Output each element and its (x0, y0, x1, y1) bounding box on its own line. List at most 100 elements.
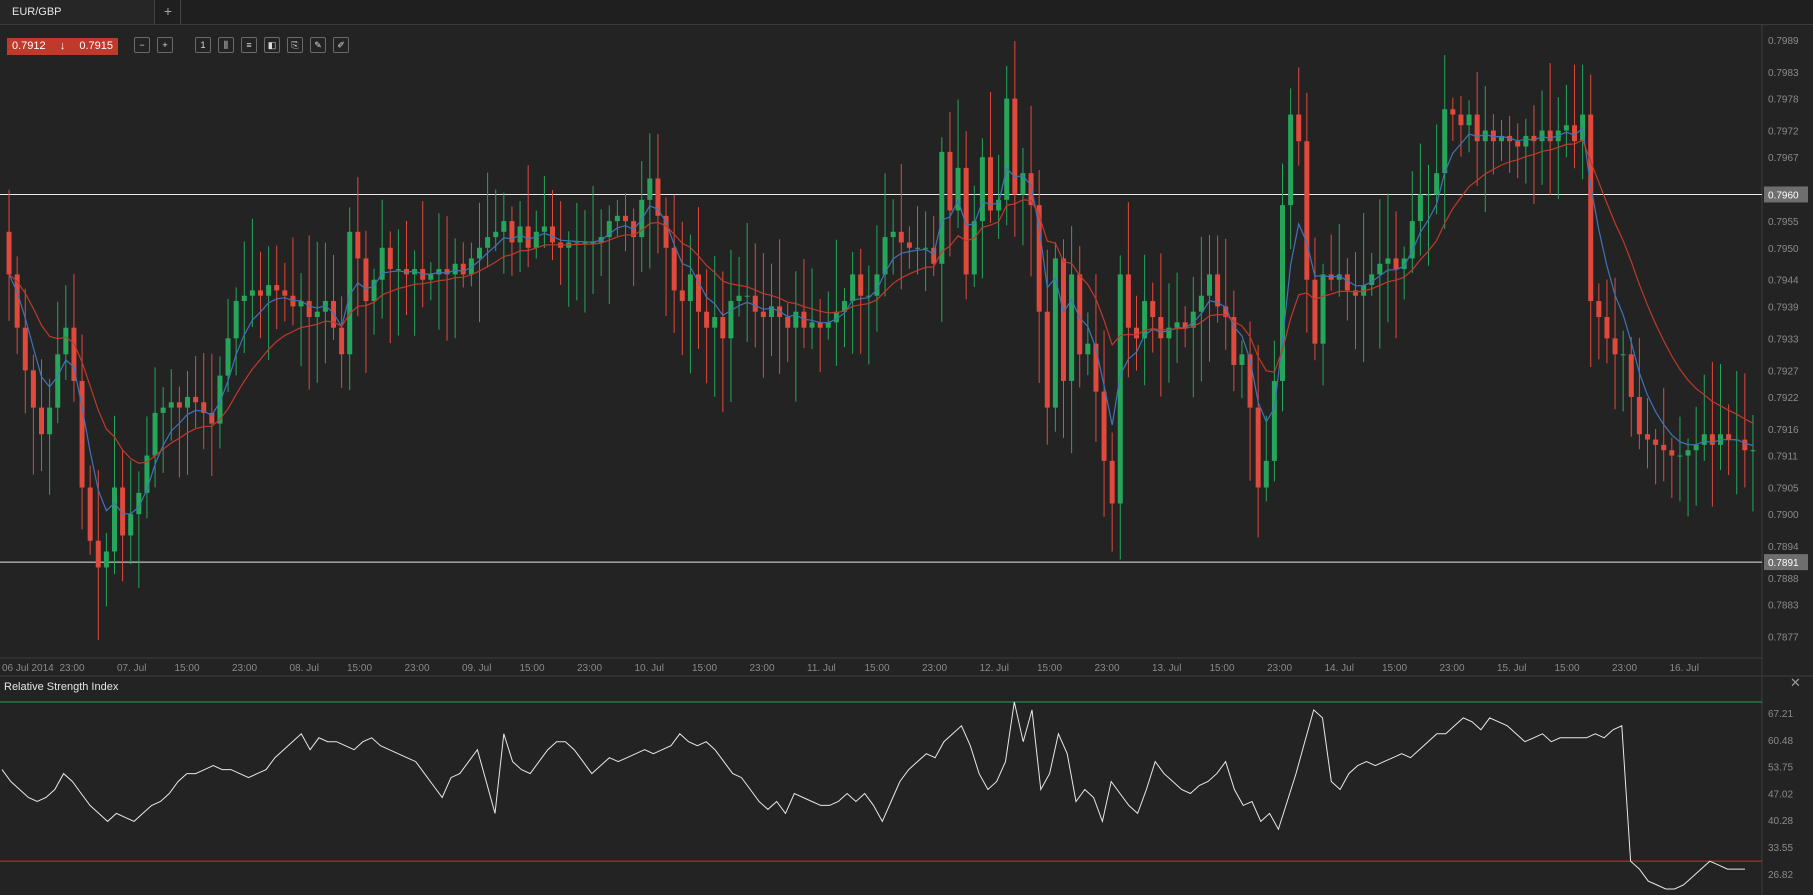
candle-body (785, 317, 791, 328)
candle-body (939, 151, 945, 264)
candle-body (1304, 141, 1310, 280)
rsi-tick-label: 60.48 (1768, 736, 1793, 747)
candle-body (1263, 460, 1269, 488)
candle-body (355, 231, 361, 259)
time-tick-label: 15:00 (347, 663, 372, 674)
time-tick-label: 07. Jul (117, 663, 146, 674)
candle-body (1426, 194, 1431, 196)
candle-body (890, 231, 896, 238)
time-tick-label: 15:00 (175, 663, 200, 674)
price-tick-label: 0.7983 (1768, 68, 1799, 79)
candle-body (1061, 258, 1066, 381)
price-tick-label: 0.7955 (1768, 217, 1799, 228)
candle-body (112, 487, 117, 552)
candle-body (1628, 354, 1634, 397)
candle-body (1142, 301, 1148, 339)
time-tick-label: 15. Jul (1497, 663, 1526, 674)
candle-body (1539, 130, 1545, 142)
candle-body (809, 322, 815, 328)
candle-body (30, 370, 36, 408)
rsi-tick-label: 40.28 (1768, 816, 1793, 827)
time-tick-label: 15:00 (1210, 663, 1235, 674)
candle-body (971, 221, 977, 275)
candle-body (704, 311, 710, 328)
time-tick-label: 15:00 (520, 663, 545, 674)
price-tick-label: 0.7905 (1768, 484, 1799, 495)
candle-body (274, 285, 280, 291)
candle-body (1231, 317, 1237, 365)
candle-body (712, 317, 718, 328)
candle-body (525, 226, 531, 248)
price-tick-label: 0.7900 (1768, 510, 1799, 521)
candle-body (915, 247, 920, 249)
candle-body (1255, 407, 1261, 488)
time-tick-label: 14. Jul (1325, 663, 1354, 674)
candle-body (1645, 434, 1650, 440)
candle-body (306, 301, 312, 318)
candle-body (728, 301, 734, 339)
candle-body (1369, 274, 1375, 286)
candle-body (233, 301, 239, 339)
time-tick-label: 23:00 (405, 663, 430, 674)
candle-body (1296, 114, 1302, 142)
price-tick-label: 0.7944 (1768, 276, 1799, 287)
time-tick-label: 15:00 (1037, 663, 1062, 674)
candle-body (128, 514, 134, 536)
time-tick-label: 23:00 (1095, 663, 1120, 674)
time-tick-label: 23:00 (750, 663, 775, 674)
price-tick-label: 0.7911 (1768, 452, 1798, 463)
candle-body (1515, 141, 1521, 147)
candle-body (22, 327, 28, 371)
candle-body (1677, 455, 1683, 457)
candle-body (395, 269, 401, 271)
time-tick-label: 23:00 (922, 663, 947, 674)
candle-body (1409, 221, 1415, 259)
candle-body (1466, 114, 1472, 126)
level-price-label: 0.7960 (1768, 190, 1799, 201)
time-tick-label: 23:00 (1267, 663, 1292, 674)
time-tick-label: 06 Jul 2014 (2, 663, 54, 674)
time-tick-label: 11. Jul (807, 663, 836, 674)
candle-body (1004, 98, 1010, 200)
candle-body (1134, 327, 1139, 339)
candle-body (176, 402, 182, 408)
time-tick-label: 23:00 (1612, 663, 1637, 674)
candle-body (1377, 263, 1383, 275)
candle-body (477, 247, 482, 259)
price-chart[interactable]: 0.7989 0.7983 0.7978 0.7972 0.7967 0.7955 0.79… (0, 0, 1813, 895)
price-tick-label: 0.7916 (1768, 425, 1799, 436)
candle-body (1069, 274, 1075, 381)
candle-body (931, 247, 937, 264)
candle-body (185, 396, 190, 408)
price-tick-label: 0.7877 (1768, 633, 1799, 644)
candle-body (1417, 194, 1423, 222)
candle-body (1661, 444, 1667, 451)
candle-body (1709, 434, 1715, 445)
candle-body (906, 242, 912, 248)
price-tick-label: 0.7933 (1768, 334, 1799, 345)
time-tick-label: 15:00 (865, 663, 890, 674)
candle-body (55, 354, 61, 408)
time-tick-label: 10. Jul (635, 663, 664, 674)
candle-body (1450, 109, 1456, 115)
candle-body (266, 285, 272, 296)
candle-body (1174, 322, 1180, 328)
candle-body (331, 301, 336, 328)
candle-body (1385, 258, 1391, 264)
time-tick-label: 15:00 (692, 663, 717, 674)
candle-body (1693, 444, 1699, 451)
close-icon[interactable]: ✕ (1790, 675, 1801, 691)
candle-body (436, 269, 442, 275)
candle-body (1726, 434, 1732, 440)
candle-body (1158, 317, 1164, 339)
candle-body (1750, 450, 1756, 452)
candle-body (95, 540, 101, 568)
price-tick-label: 0.7939 (1768, 302, 1799, 313)
time-tick-label: 15:00 (1555, 663, 1580, 674)
price-tick-label: 0.7967 (1768, 153, 1799, 164)
candle-body (752, 295, 758, 312)
candle-body (1207, 274, 1212, 296)
price-tick-label: 0.7989 (1768, 36, 1799, 47)
candle-body (679, 290, 685, 302)
candle-body (1239, 354, 1245, 365)
